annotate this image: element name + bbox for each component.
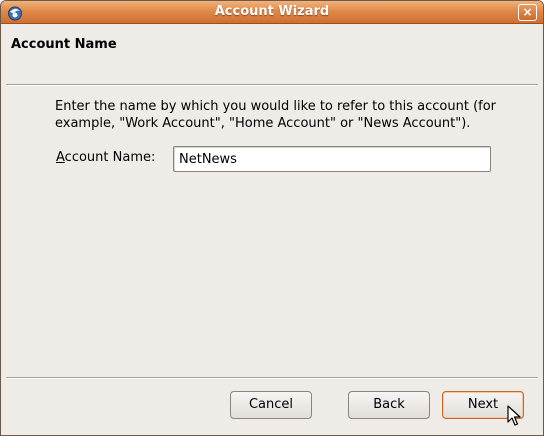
mouse-pointer-icon xyxy=(507,405,521,426)
title-bar[interactable]: Account Wizard × xyxy=(1,1,543,24)
page-heading: Account Name xyxy=(11,37,117,52)
wizard-header: Account Name xyxy=(1,25,543,85)
account-wizard-window: Account Wizard × Account Name Enter the … xyxy=(0,0,544,436)
cancel-button[interactable]: Cancel xyxy=(230,391,312,419)
close-icon: × xyxy=(522,5,533,19)
description-text: Enter the name by which you would like t… xyxy=(55,99,497,131)
account-name-label: Account Name: xyxy=(56,150,155,165)
close-button[interactable]: × xyxy=(518,4,537,21)
footer-separator xyxy=(6,377,538,379)
account-name-input[interactable] xyxy=(173,146,491,172)
window-title: Account Wizard xyxy=(214,4,330,19)
back-button[interactable]: Back xyxy=(348,391,430,419)
label-mnemonic: A xyxy=(56,150,65,165)
header-separator xyxy=(6,84,538,86)
label-text: ccount Name: xyxy=(64,150,156,165)
